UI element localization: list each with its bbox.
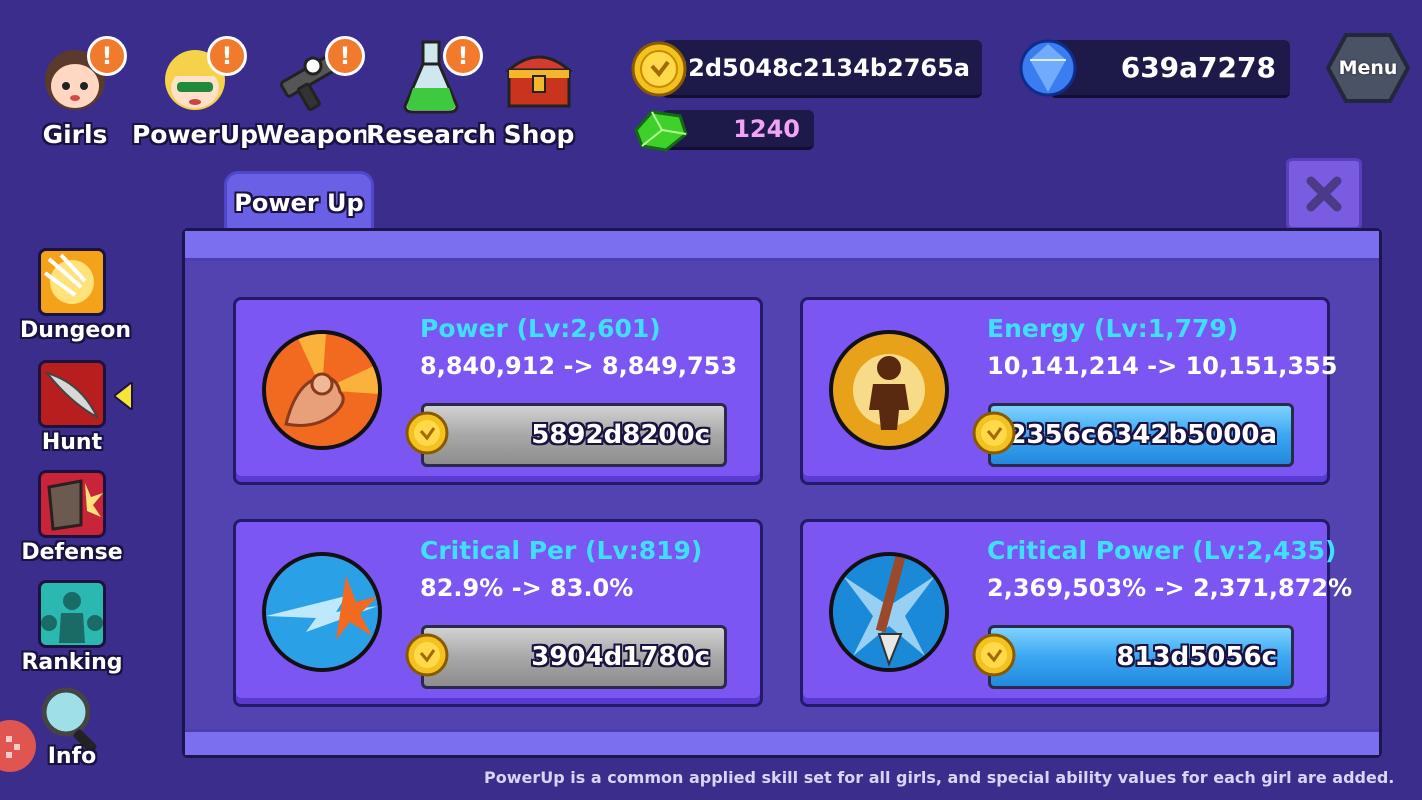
nav-label: PowerUp	[131, 120, 259, 149]
gem-amount: 639a7278	[1120, 51, 1276, 84]
spear-strike-icon	[829, 552, 949, 672]
gem-counter: 639a7278	[1050, 40, 1290, 98]
card-values: 10,141,214 -> 10,151,355	[987, 352, 1338, 380]
gold-coin-icon	[405, 411, 449, 455]
ranking-icon	[38, 580, 106, 648]
girl-face-icon: !	[35, 36, 127, 116]
flexed-arm-icon	[262, 330, 382, 450]
upgrade-button[interactable]: 3904d1780c	[421, 625, 727, 689]
hunt-icon	[38, 360, 106, 428]
gold-coin-icon	[972, 633, 1016, 677]
stat-card-critical-per: Critical Per (Lv:819) 82.9% -> 83.0% 390…	[233, 519, 763, 707]
flask-icon: !	[391, 36, 483, 116]
nav-girls[interactable]: ! Girls	[10, 36, 140, 149]
sidebar-item-dungeon[interactable]: Dungeon	[20, 248, 132, 343]
nav-shop[interactable]: Shop	[474, 36, 604, 149]
sidebar-item-label: Defense	[21, 540, 123, 565]
card-title: Critical Power (Lv:2,435)	[987, 536, 1337, 565]
defense-shield-icon	[38, 470, 106, 538]
menu-button[interactable]: Menu	[1326, 32, 1410, 104]
gold-counter: 1922d5048c2134b2765a	[638, 40, 982, 98]
glowing-figure-icon	[829, 330, 949, 450]
selected-arrow-icon	[114, 382, 133, 410]
stat-card-critical-power: Critical Power (Lv:2,435) 2,369,503% -> …	[800, 519, 1352, 707]
sidebar-item-label: Hunt	[41, 430, 103, 455]
card-values: 82.9% -> 83.0%	[420, 574, 634, 602]
nav-label: Shop	[503, 120, 575, 149]
tab-power-up[interactable]: Power Up	[224, 171, 374, 231]
card-values: 8,840,912 -> 8,849,753	[420, 352, 738, 380]
nav-weapon[interactable]: ! Weapon	[248, 36, 378, 149]
menu-label: Menu	[1338, 57, 1398, 79]
alert-badge: !	[207, 36, 247, 76]
card-title: Energy (Lv:1,779)	[987, 314, 1239, 343]
panel-top-strip	[185, 231, 1379, 261]
dungeon-icon	[38, 248, 106, 316]
gold-coin-icon	[631, 41, 687, 97]
magnifier-icon	[36, 684, 108, 753]
sidebar-item-label: Ranking	[21, 650, 123, 675]
panel-bottom-strip	[185, 729, 1379, 755]
nav-powerup[interactable]: ! PowerUp	[130, 36, 260, 149]
alert-badge: !	[325, 36, 365, 76]
stat-card-energy: Energy (Lv:1,779) 10,141,214 -> 10,151,3…	[800, 297, 1337, 485]
card-values: 2,369,503% -> 2,371,872%	[987, 574, 1353, 602]
green-crystal-icon	[634, 110, 688, 152]
nav-label: Girls	[42, 120, 108, 149]
card-title: Power (Lv:2,601)	[420, 314, 661, 343]
nav-label: Weapon	[256, 120, 370, 149]
critical-strike-icon	[262, 552, 382, 672]
gun-icon: !	[273, 36, 365, 116]
sidebar-item-hunt[interactable]: Hunt	[20, 360, 124, 455]
gold-coin-icon	[972, 411, 1016, 455]
blonde-girl-icon: !	[155, 36, 247, 116]
alert-badge: !	[87, 36, 127, 76]
close-icon	[1306, 176, 1342, 212]
powerup-panel: Power (Lv:2,601) 8,840,912 -> 8,849,753 …	[182, 228, 1382, 758]
upgrade-button[interactable]: 5892d8200c	[421, 403, 727, 467]
treasure-chest-icon	[499, 36, 579, 116]
sidebar-item-ranking[interactable]: Ranking	[20, 580, 124, 675]
gold-coin-icon	[405, 633, 449, 677]
stat-card-power: Power (Lv:2,601) 8,840,912 -> 8,849,753 …	[233, 297, 763, 485]
sidebar-item-defense[interactable]: Defense	[20, 470, 124, 565]
grid-dots-icon	[6, 736, 20, 758]
blue-diamond-icon	[1019, 39, 1077, 97]
upgrade-button[interactable]: 813d5056c	[988, 625, 1294, 689]
footer-note: PowerUp is a common applied skill set fo…	[484, 768, 1395, 787]
close-button[interactable]	[1286, 158, 1362, 230]
sidebar-item-label: Dungeon	[20, 318, 132, 343]
corner-button[interactable]	[0, 720, 36, 772]
upgrade-button[interactable]: 2356c6342b5000a	[988, 403, 1294, 467]
card-title: Critical Per (Lv:819)	[420, 536, 703, 565]
green-amount: 1240	[733, 114, 800, 143]
